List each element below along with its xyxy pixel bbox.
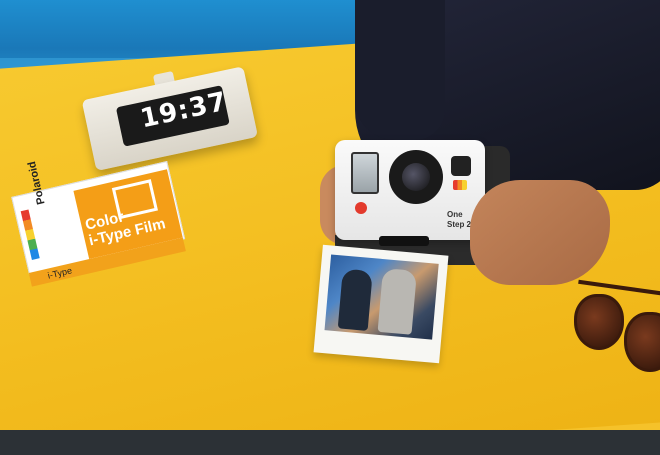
right-hand — [470, 180, 610, 285]
sunglasses — [572, 279, 660, 372]
table-edge-shadow — [0, 430, 660, 455]
camera-model-line2: Step 2 — [447, 220, 472, 229]
flash-icon — [351, 152, 379, 194]
photo-person-left — [337, 268, 373, 331]
photo-scene: 19:37 Polaroid Color i-Type Film i-Type … — [0, 0, 660, 455]
instant-photo-print — [313, 244, 449, 364]
photo-person-right — [377, 268, 418, 335]
lens-icon — [402, 163, 430, 191]
sunglasses-right-lens — [624, 312, 660, 372]
sunglasses-left-lens — [574, 294, 624, 350]
shutter-button — [355, 202, 367, 214]
camera-eject-slot — [379, 236, 429, 246]
viewfinder-icon — [451, 156, 471, 176]
camera-model-line1: One — [447, 210, 463, 219]
camera-stripe-icon — [453, 180, 467, 190]
left-sleeve — [355, 0, 445, 140]
